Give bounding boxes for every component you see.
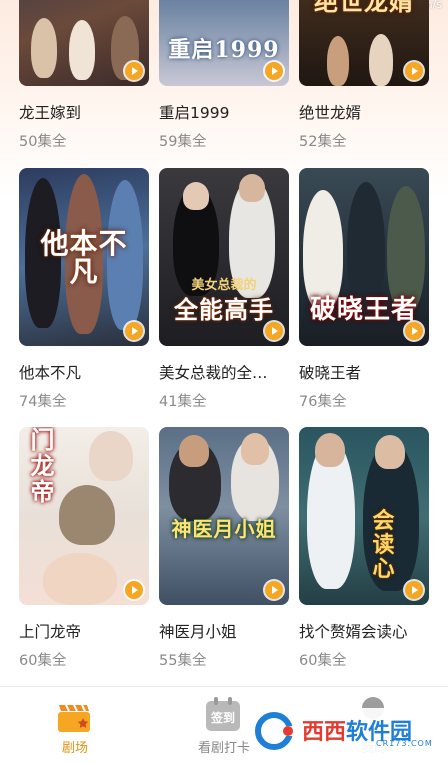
poster: 会读心 <box>299 427 429 605</box>
calendar-checkin-icon: 签到 <box>206 697 240 731</box>
drama-card[interactable]: 重启1999 重启1999 59集全 <box>159 0 289 150</box>
episode-count: 55集全 <box>159 653 207 669</box>
checkin-badge: 签到 <box>210 711 235 725</box>
drama-card[interactable]: 破晓王者 破晓王者 76集全 <box>299 168 429 410</box>
drama-card[interactable]: 他本不凡 他本不凡 74集全 <box>19 168 149 410</box>
episode-count: 59集全 <box>159 134 207 150</box>
drama-card[interactable]: 美女总裁的 全能高手 美女总裁的全… 41集全 <box>159 168 289 410</box>
poster: 他本不凡 <box>19 168 149 346</box>
poster: 上门龙帝 <box>19 427 149 605</box>
episode-count: 60集全 <box>19 653 67 669</box>
poster-subtitle: 美女总裁的 <box>191 278 257 293</box>
poster: 绝世龙婿 <box>299 0 429 86</box>
drama-title: 他本不凡 <box>19 364 82 382</box>
poster-title: 他本不凡 <box>40 227 128 288</box>
watermark: 西西软件园 CR173.COM <box>250 708 432 754</box>
episode-count: 52集全 <box>299 134 347 150</box>
play-icon[interactable] <box>405 62 423 80</box>
drama-title: 龙王嫁到 <box>19 104 82 122</box>
drama-title: 破晓王者 <box>299 364 362 382</box>
tab-theater[interactable]: 剧场 <box>19 687 131 763</box>
drama-card[interactable]: 神医月小姐 神医月小姐 55集全 <box>159 427 289 669</box>
drama-card[interactable]: 龙王嫁到 50集全 <box>19 0 149 150</box>
episode-count: 41集全 <box>159 394 207 410</box>
poster-title: 神医月小姐 <box>171 517 277 541</box>
poster-title: 全能高手 <box>174 295 274 324</box>
poster: 美女总裁的 全能高手 <box>159 168 289 346</box>
poster: 神医月小姐 <box>159 427 289 605</box>
drama-title: 美女总裁的全… <box>159 364 268 382</box>
poster-title: 破晓王者 <box>309 295 418 325</box>
play-icon[interactable] <box>125 62 143 80</box>
play-icon[interactable] <box>405 322 423 340</box>
clapperboard-icon <box>58 704 90 732</box>
watermark-logo-icon <box>255 712 302 750</box>
episode-count: 50集全 <box>19 134 67 150</box>
drama-title: 上门龙帝 <box>19 623 82 641</box>
drama-title: 重启1999 <box>159 104 230 122</box>
play-icon[interactable] <box>265 322 283 340</box>
poster-title: 会读心 <box>372 508 396 582</box>
poster-title: 重启1999 <box>168 37 280 63</box>
episode-count: 74集全 <box>19 394 67 410</box>
poster: 破晓王者 <box>299 168 429 346</box>
drama-card[interactable]: 会读心 找个赘婿会读心 60集全 <box>299 427 429 669</box>
play-icon[interactable] <box>125 322 143 340</box>
play-icon[interactable] <box>125 581 143 599</box>
poster-title: 上门龙帝 <box>30 427 56 506</box>
play-icon[interactable] <box>405 581 423 599</box>
poster-title: 绝世龙婿 <box>314 0 414 16</box>
drama-title: 找个赘婿会读心 <box>299 623 408 641</box>
episode-count: 76集全 <box>299 394 347 410</box>
drama-card[interactable]: 绝世龙婿 绝世龙婿 52集全 <box>299 0 429 150</box>
poster: 重启1999 <box>159 0 289 86</box>
episode-count: 60集全 <box>299 653 347 669</box>
play-icon[interactable] <box>265 581 283 599</box>
drama-card[interactable]: 上门龙帝 上门龙帝 60集全 <box>19 427 149 669</box>
drama-title: 神医月小姐 <box>159 623 237 641</box>
drama-title: 绝世龙婿 <box>299 104 362 122</box>
play-icon[interactable] <box>265 62 283 80</box>
poster <box>19 0 149 86</box>
tab-label: 剧场 <box>61 741 88 756</box>
watermark-subtext: CR173.COM <box>376 739 433 748</box>
